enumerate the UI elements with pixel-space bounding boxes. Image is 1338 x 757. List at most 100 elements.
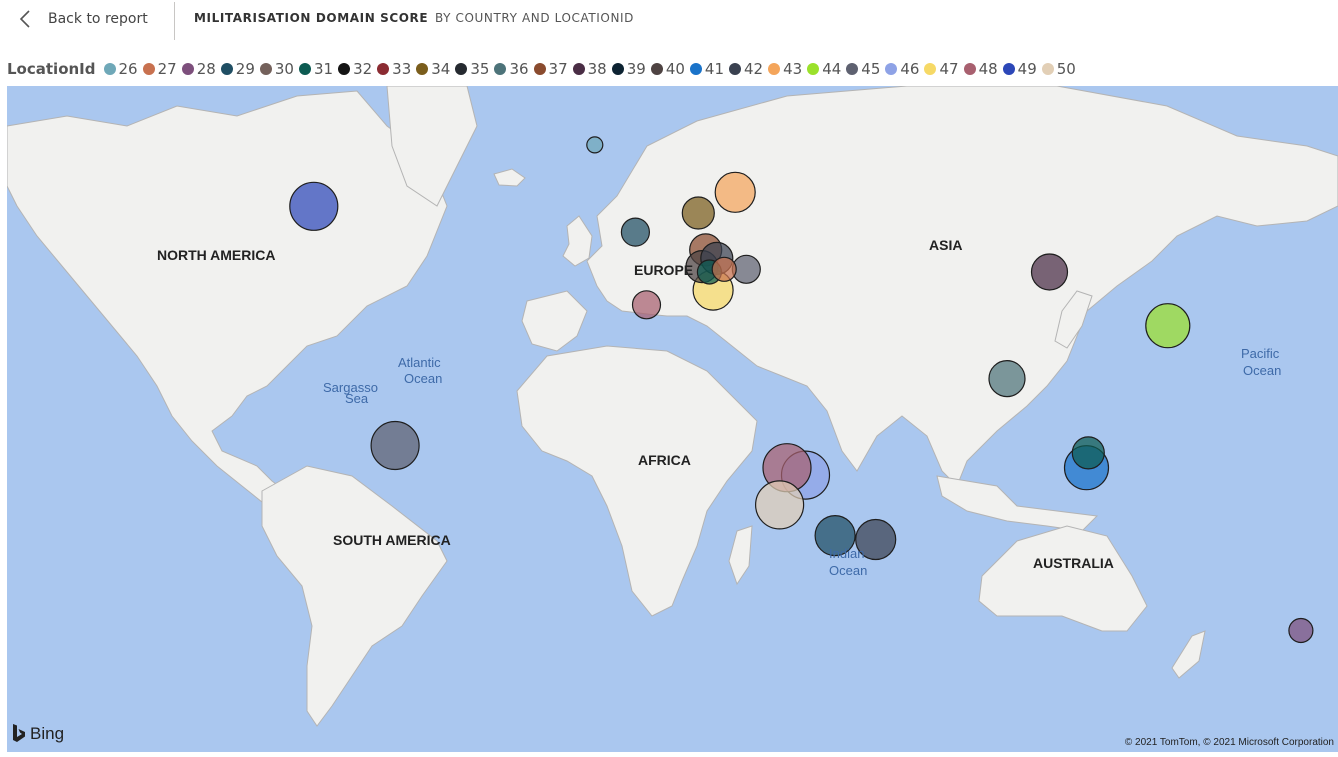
legend-label: 38 — [587, 60, 607, 78]
land-iberia — [521, 290, 588, 352]
legend-item-39[interactable]: 39 — [611, 60, 646, 78]
legend-label: 33 — [392, 60, 412, 78]
back-to-report-label: Back to report — [48, 11, 148, 27]
legend-item-29[interactable]: 29 — [220, 60, 255, 78]
legend-label: 40 — [665, 60, 685, 78]
legend-item-50[interactable]: 50 — [1041, 60, 1076, 78]
legend-swatch — [963, 63, 976, 75]
map-bubble-location-49[interactable] — [289, 181, 339, 231]
legend-swatch — [768, 63, 781, 75]
land-masses — [7, 86, 1338, 727]
label-south-america: SOUTH AMERICA — [333, 532, 451, 548]
legend-item-41[interactable]: 41 — [689, 60, 724, 78]
legend-item-33[interactable]: 33 — [377, 60, 411, 78]
legend-item-43[interactable]: 43 — [768, 60, 802, 78]
land-australia — [978, 525, 1148, 632]
map-bubble-location-26[interactable] — [586, 136, 604, 154]
page-title: MILITARISATION DOMAIN SCORE — [194, 11, 429, 25]
legend-swatch — [924, 63, 937, 75]
legend-item-27[interactable]: 27 — [142, 60, 177, 78]
legend-item-32[interactable]: 32 — [338, 60, 372, 78]
chevron-left-icon — [19, 10, 30, 28]
map-bubble-location-34[interactable] — [681, 196, 715, 230]
back-to-report-button[interactable]: Back to report — [18, 5, 148, 33]
map-bubble-location-36[interactable] — [988, 360, 1026, 398]
map-bubble-location-50[interactable] — [754, 480, 805, 530]
legend-label: 29 — [235, 60, 255, 78]
legend-item-44[interactable]: 44 — [807, 60, 841, 78]
legend-label: 32 — [353, 60, 373, 78]
legend-label: 31 — [313, 60, 334, 78]
legend-item-36[interactable]: 36 — [494, 60, 529, 78]
land-south-america — [261, 465, 448, 727]
legend-item-47[interactable]: 47 — [924, 60, 959, 78]
map-bubble-location-44[interactable] — [1145, 303, 1191, 349]
legend-swatch — [103, 63, 116, 75]
legend-label: 45 — [861, 60, 881, 78]
legend-swatch — [455, 63, 468, 75]
label-pacific-2: Ocean — [1243, 363, 1281, 378]
legend-label: 28 — [196, 60, 216, 78]
bing-logo: Bing — [12, 724, 64, 744]
legend-items: 26 27 28 29 30 31 32 33 34 35 36 37 38 39 40 41 42 43 44 45… — [103, 60, 1081, 78]
legend-swatch — [807, 63, 820, 75]
legend-label: 49 — [1017, 60, 1037, 78]
legend-item-38[interactable]: 38 — [572, 60, 607, 78]
map-bubble-location-43[interactable] — [714, 171, 756, 213]
legend-swatch — [689, 63, 702, 75]
legend-item-48[interactable]: 48 — [963, 60, 998, 78]
legend-item-34[interactable]: 34 — [416, 60, 450, 78]
legend-swatch — [1041, 63, 1054, 75]
map-bubble-location-38[interactable] — [1030, 253, 1069, 291]
map-bubble-location-48[interactable] — [631, 290, 662, 320]
label-north-america: NORTH AMERICA — [157, 247, 275, 263]
legend-swatch — [846, 63, 859, 75]
land-madagascar — [728, 525, 753, 586]
legend-item-49[interactable]: 49 — [1002, 60, 1037, 78]
legend-label: 39 — [626, 60, 646, 78]
legend-item-42[interactable]: 42 — [729, 60, 763, 78]
legend-item-40[interactable]: 40 — [650, 60, 685, 78]
map-bubble-location-29[interactable] — [620, 217, 651, 247]
label-atlantic-2: Ocean — [404, 371, 442, 386]
legend-swatch — [494, 63, 507, 75]
legend-label: 35 — [470, 60, 490, 78]
legend-label: 47 — [939, 60, 959, 78]
legend-title: LocationId — [7, 60, 96, 78]
legend-label: 34 — [431, 60, 451, 78]
map-bubble-location-27[interactable] — [711, 256, 737, 282]
header-divider — [174, 2, 175, 40]
legend-swatch — [729, 63, 741, 75]
legend-label: 36 — [509, 60, 529, 78]
legend-swatch — [377, 63, 390, 75]
label-atlantic-1: Atlantic — [398, 355, 441, 370]
legend-item-37[interactable]: 37 — [533, 60, 568, 78]
legend-label: 27 — [157, 60, 177, 78]
legend-swatch — [533, 63, 546, 75]
legend-item-35[interactable]: 35 — [455, 60, 489, 78]
map-bubble-location-45[interactable] — [370, 420, 420, 471]
legend-label: 43 — [783, 60, 803, 78]
label-pacific-1: Pacific — [1241, 346, 1280, 361]
legend-item-30[interactable]: 30 — [259, 60, 294, 78]
legend-label: 30 — [274, 60, 294, 78]
label-africa: AFRICA — [638, 452, 691, 468]
legend-item-46[interactable]: 46 — [885, 60, 919, 78]
legend-item-28[interactable]: 28 — [181, 60, 216, 78]
map-bubble-location-31[interactable] — [1071, 436, 1105, 470]
map-visual[interactable]: NORTH AMERICA SOUTH AMERICA EUROPE AFRIC… — [7, 86, 1338, 752]
legend-swatch — [611, 63, 624, 75]
bing-icon — [13, 724, 25, 742]
legend-swatch — [416, 63, 429, 75]
legend-swatch — [1002, 63, 1015, 75]
legend-item-45[interactable]: 45 — [846, 60, 880, 78]
map-canvas[interactable]: NORTH AMERICA SOUTH AMERICA EUROPE AFRIC… — [7, 86, 1338, 752]
bing-label: Bing — [30, 724, 65, 743]
legend-label: 41 — [704, 60, 724, 78]
legend-label: 37 — [548, 60, 568, 78]
legend-item-26[interactable]: 26 — [103, 60, 138, 78]
legend-item-31[interactable]: 31 — [298, 60, 334, 78]
legend-label: 46 — [900, 60, 920, 78]
legend-swatch — [298, 63, 311, 75]
map-bubble-location-28[interactable] — [1288, 617, 1314, 644]
